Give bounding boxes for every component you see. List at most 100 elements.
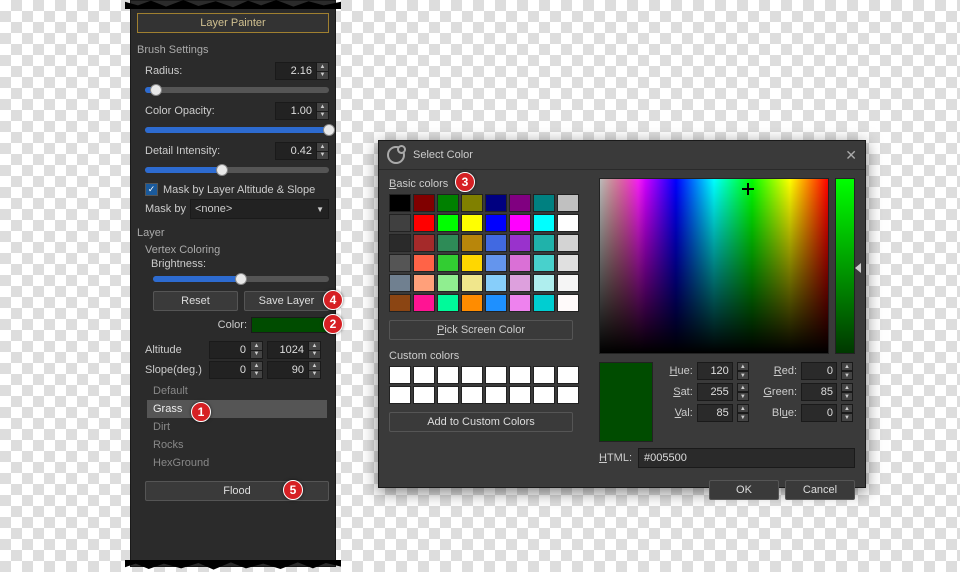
custom-color-swatch[interactable] <box>437 386 459 404</box>
add-to-custom-button[interactable]: Add to Custom Colors <box>389 412 573 432</box>
basic-color-swatch[interactable] <box>389 294 411 312</box>
detail-down-icon[interactable]: ▼ <box>316 151 328 160</box>
basic-color-swatch[interactable] <box>389 194 411 212</box>
custom-color-swatch[interactable] <box>413 366 435 384</box>
save-layer-button[interactable]: Save Layer <box>244 291 329 311</box>
opacity-slider[interactable] <box>145 127 329 133</box>
custom-color-swatch[interactable] <box>533 366 555 384</box>
basic-color-swatch[interactable] <box>557 294 579 312</box>
basic-color-swatch[interactable] <box>509 214 531 232</box>
custom-color-swatch[interactable] <box>461 366 483 384</box>
custom-color-swatch[interactable] <box>509 366 531 384</box>
layer-item-grass[interactable]: Grass <box>147 400 327 418</box>
blue-input[interactable] <box>801 404 837 422</box>
dialog-titlebar[interactable]: Select Color ✕ <box>379 141 865 170</box>
custom-color-swatch[interactable] <box>413 386 435 404</box>
opacity-up-icon[interactable]: ▲ <box>316 103 328 111</box>
basic-color-swatch[interactable] <box>509 274 531 292</box>
basic-color-swatch[interactable] <box>557 214 579 232</box>
slope-max-input[interactable] <box>268 364 308 376</box>
radius-input[interactable] <box>276 65 316 77</box>
basic-color-swatch[interactable] <box>461 294 483 312</box>
radius-down-icon[interactable]: ▼ <box>316 71 328 80</box>
color-swatch[interactable] <box>251 317 329 333</box>
value-bar[interactable] <box>835 178 855 354</box>
basic-color-swatch[interactable] <box>413 234 435 252</box>
basic-color-swatch[interactable] <box>509 294 531 312</box>
brightness-slider[interactable] <box>153 276 329 282</box>
sat-input[interactable] <box>697 383 733 401</box>
radius-spin[interactable]: ▲▼ <box>275 62 329 80</box>
red-input[interactable] <box>801 362 837 380</box>
slope-max-spin[interactable]: ▲▼ <box>267 361 321 379</box>
ok-button[interactable]: OK <box>709 480 779 500</box>
basic-color-swatch[interactable] <box>461 234 483 252</box>
altitude-min-input[interactable] <box>210 344 250 356</box>
basic-color-swatch[interactable] <box>509 194 531 212</box>
mask-checkbox[interactable]: ✓ Mask by Layer Altitude & Slope <box>143 181 331 198</box>
basic-color-swatch[interactable] <box>389 274 411 292</box>
close-icon[interactable]: ✕ <box>845 147 857 164</box>
custom-color-swatch[interactable] <box>485 386 507 404</box>
hue-input[interactable] <box>697 362 733 380</box>
opacity-down-icon[interactable]: ▼ <box>316 111 328 120</box>
basic-color-swatch[interactable] <box>413 214 435 232</box>
basic-color-swatch[interactable] <box>413 194 435 212</box>
basic-color-swatch[interactable] <box>557 274 579 292</box>
mask-by-dropdown[interactable]: <none> ▼ <box>190 199 329 219</box>
detail-input[interactable] <box>276 145 316 157</box>
slope-min-input[interactable] <box>210 364 250 376</box>
html-input[interactable] <box>638 448 855 468</box>
color-gradient-field[interactable] <box>599 178 829 354</box>
detail-slider[interactable] <box>145 167 329 173</box>
basic-color-swatch[interactable] <box>485 234 507 252</box>
custom-color-swatch[interactable] <box>533 386 555 404</box>
basic-color-swatch[interactable] <box>437 294 459 312</box>
basic-color-swatch[interactable] <box>413 294 435 312</box>
basic-color-swatch[interactable] <box>389 214 411 232</box>
altitude-max-input[interactable] <box>268 344 308 356</box>
basic-color-swatch[interactable] <box>557 234 579 252</box>
custom-color-swatch[interactable] <box>389 386 411 404</box>
basic-color-swatch[interactable] <box>461 274 483 292</box>
basic-color-swatch[interactable] <box>485 194 507 212</box>
custom-color-swatch[interactable] <box>461 386 483 404</box>
layer-item-hexground[interactable]: HexGround <box>147 454 327 472</box>
basic-color-swatch[interactable] <box>437 214 459 232</box>
custom-color-swatch[interactable] <box>509 386 531 404</box>
custom-color-swatch[interactable] <box>557 366 579 384</box>
basic-color-swatch[interactable] <box>437 234 459 252</box>
basic-color-swatch[interactable] <box>485 274 507 292</box>
detail-spin[interactable]: ▲▼ <box>275 142 329 160</box>
opacity-input[interactable] <box>276 105 316 117</box>
basic-color-swatch[interactable] <box>437 194 459 212</box>
basic-color-swatch[interactable] <box>533 214 555 232</box>
altitude-min-spin[interactable]: ▲▼ <box>209 341 263 359</box>
basic-color-swatch[interactable] <box>485 214 507 232</box>
basic-color-swatch[interactable] <box>509 234 531 252</box>
reset-button[interactable]: Reset <box>153 291 238 311</box>
basic-color-swatch[interactable] <box>485 254 507 272</box>
basic-color-swatch[interactable] <box>533 194 555 212</box>
basic-color-swatch[interactable] <box>461 254 483 272</box>
basic-color-swatch[interactable] <box>509 254 531 272</box>
panel-tab[interactable]: Layer Painter <box>137 13 329 33</box>
radius-slider[interactable] <box>145 87 329 93</box>
cancel-button[interactable]: Cancel <box>785 480 855 500</box>
altitude-max-spin[interactable]: ▲▼ <box>267 341 321 359</box>
basic-color-swatch[interactable] <box>557 194 579 212</box>
basic-color-swatch[interactable] <box>437 254 459 272</box>
basic-color-swatch[interactable] <box>389 254 411 272</box>
basic-color-swatch[interactable] <box>437 274 459 292</box>
custom-color-swatch[interactable] <box>437 366 459 384</box>
basic-color-swatch[interactable] <box>533 254 555 272</box>
basic-color-swatch[interactable] <box>533 234 555 252</box>
basic-color-swatch[interactable] <box>485 294 507 312</box>
basic-color-swatch[interactable] <box>413 274 435 292</box>
pick-screen-color-button[interactable]: Pick Screen Color <box>389 320 573 340</box>
layer-item-rocks[interactable]: Rocks <box>147 436 327 454</box>
basic-color-swatch[interactable] <box>461 214 483 232</box>
detail-up-icon[interactable]: ▲ <box>316 143 328 151</box>
basic-color-swatch[interactable] <box>389 234 411 252</box>
green-input[interactable] <box>801 383 837 401</box>
